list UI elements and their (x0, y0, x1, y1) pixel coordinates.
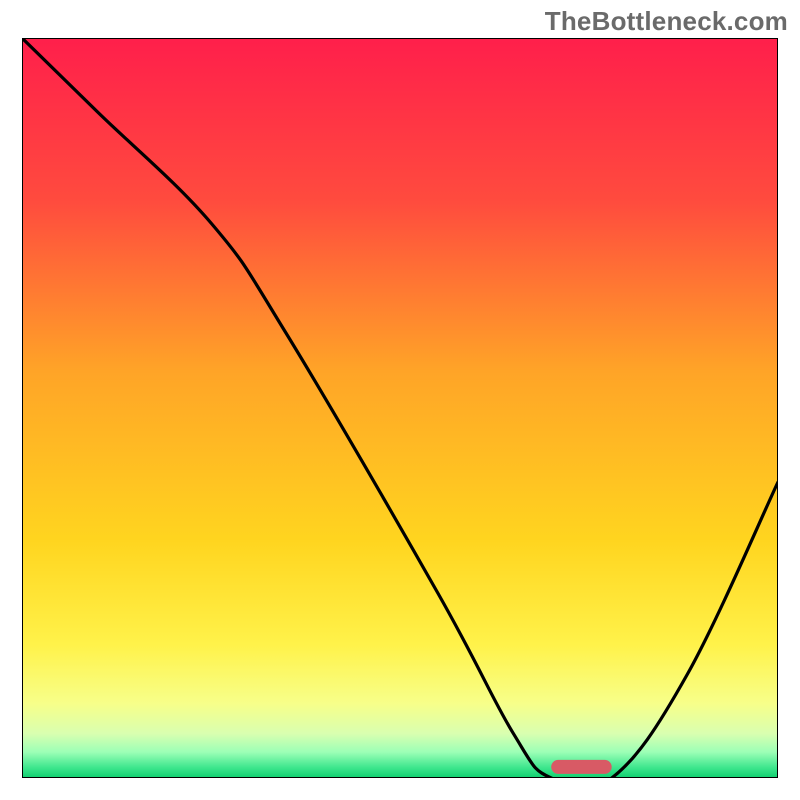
chart-canvas: TheBottleneck.com (0, 0, 800, 800)
bottleneck-chart (22, 38, 778, 778)
watermark-text: TheBottleneck.com (545, 6, 788, 37)
plot-area (22, 38, 778, 778)
optimal-zone-marker (551, 760, 611, 774)
